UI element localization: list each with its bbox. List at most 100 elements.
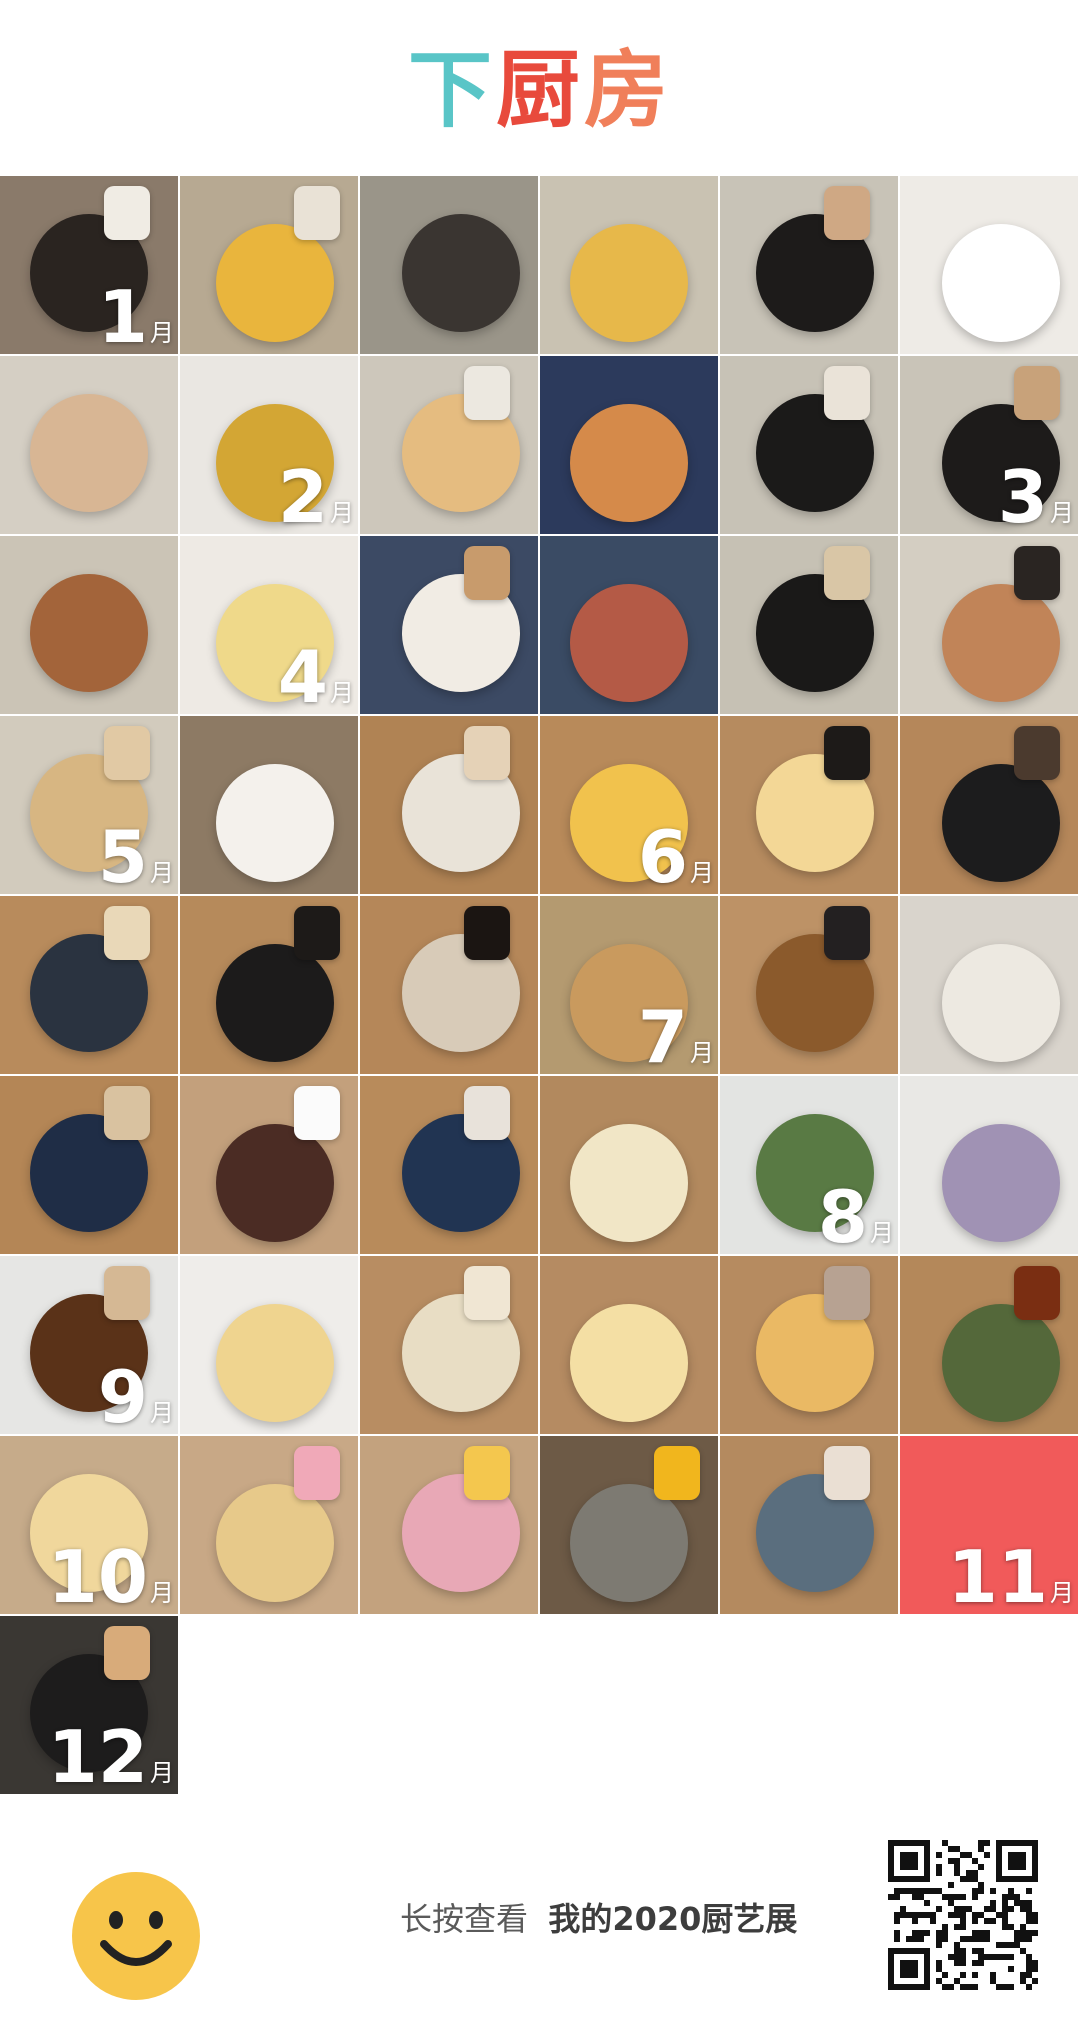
long-press-label: 长按查看 <box>400 1900 529 1938</box>
photo-tile[interactable]: 5月 <box>0 716 178 894</box>
photo-tile[interactable] <box>360 356 538 534</box>
photo-tile[interactable] <box>360 716 538 894</box>
photo-tile[interactable] <box>180 1076 358 1254</box>
drink-cup <box>104 1626 150 1680</box>
month-number: 12 <box>47 1715 148 1794</box>
food-plate <box>402 214 520 332</box>
photo-tile[interactable] <box>540 1436 718 1614</box>
photo-tile[interactable] <box>180 716 358 894</box>
food-plate <box>216 224 334 342</box>
photo-tile[interactable] <box>360 896 538 1074</box>
photo-tile[interactable] <box>180 1436 358 1614</box>
drink-cup <box>104 726 150 780</box>
photo-tile[interactable] <box>900 896 1078 1074</box>
photo-tile[interactable]: 12 月 <box>0 1616 178 1794</box>
photo-tile[interactable] <box>360 176 538 354</box>
month-label: 1月 <box>97 275 174 354</box>
food-plate <box>942 584 1060 702</box>
photo-tile[interactable]: 1月 <box>0 176 178 354</box>
food-plate <box>570 404 688 522</box>
photo-tile[interactable] <box>360 1076 538 1254</box>
photo-tile[interactable] <box>180 896 358 1074</box>
photo-tile[interactable] <box>540 536 718 714</box>
photo-tile[interactable] <box>0 536 178 714</box>
month-number: 10 <box>47 1535 148 1614</box>
photo-tile[interactable] <box>900 1256 1078 1434</box>
drink-cup <box>294 1446 340 1500</box>
photo-tile[interactable] <box>0 1076 178 1254</box>
photo-tile[interactable] <box>180 1256 358 1434</box>
photo-tile[interactable] <box>900 536 1078 714</box>
drink-cup <box>1014 726 1060 780</box>
month-number: 3 <box>997 455 1048 534</box>
month-number: 4 <box>277 635 328 714</box>
food-plate <box>942 764 1060 882</box>
month-suffix: 月 <box>870 1219 894 1247</box>
drink-cup <box>1014 366 1060 420</box>
app-logo: 下厨房 <box>0 48 1080 132</box>
month-suffix: 月 <box>690 1039 714 1067</box>
food-plate <box>942 224 1060 342</box>
photo-tile[interactable] <box>540 1076 718 1254</box>
photo-tile[interactable] <box>720 1436 898 1614</box>
month-suffix: 月 <box>150 319 174 347</box>
drink-cup <box>464 1086 510 1140</box>
food-plate <box>216 1484 334 1602</box>
drink-cup <box>104 906 150 960</box>
photo-tile[interactable] <box>900 176 1078 354</box>
photo-tile[interactable] <box>0 896 178 1074</box>
month-label: 10 月 <box>47 1535 174 1614</box>
food-plate <box>570 224 688 342</box>
photo-tile[interactable] <box>900 716 1078 894</box>
photo-grid: 1 月 2 月 3 月 4 月 5 月 6 月 7 月 8 月 9 月 10 月 11 月 12 月 <box>0 176 1080 1794</box>
photo-tile[interactable] <box>720 176 898 354</box>
photo-tile[interactable] <box>720 896 898 1074</box>
photo-tile[interactable] <box>360 536 538 714</box>
photo-tile[interactable]: 4月 <box>180 536 358 714</box>
photo-tile[interactable] <box>360 1256 538 1434</box>
exhibition-title: 我的2020厨艺展 <box>548 1900 798 1938</box>
month-suffix: 月 <box>690 859 714 887</box>
photo-tile[interactable]: 10 月 <box>0 1436 178 1614</box>
photo-tile[interactable] <box>720 356 898 534</box>
food-plate <box>216 1124 334 1242</box>
drink-cup <box>464 726 510 780</box>
photo-tile[interactable]: 6月 <box>540 716 718 894</box>
month-label: 12 月 <box>47 1715 174 1794</box>
food-plate <box>942 944 1060 1062</box>
drink-cup <box>824 726 870 780</box>
month-label: 11 月 <box>948 1541 1074 1613</box>
drink-cup <box>294 1086 340 1140</box>
photo-tile[interactable] <box>540 176 718 354</box>
photo-tile[interactable] <box>720 716 898 894</box>
drink-cup <box>824 186 870 240</box>
photo-tile[interactable]: 7月 <box>540 896 718 1074</box>
qr-code[interactable] <box>888 1840 1038 1990</box>
photo-tile[interactable] <box>720 536 898 714</box>
drink-cup <box>104 1266 150 1320</box>
photo-tile[interactable] <box>900 1076 1078 1254</box>
photo-tile[interactable]: 3月 <box>900 356 1078 534</box>
photo-tile[interactable]: 8月 <box>720 1076 898 1254</box>
photo-tile[interactable] <box>720 1256 898 1434</box>
photo-tile[interactable]: 9月 <box>0 1256 178 1434</box>
long-press-hint: 长按查看 我的2020厨艺展 <box>400 1894 797 1940</box>
drink-cup <box>824 546 870 600</box>
food-plate <box>216 1304 334 1422</box>
photo-tile[interactable] <box>180 176 358 354</box>
month-label: 8月 <box>818 1181 894 1253</box>
logo-char-xia: 下 <box>407 41 496 139</box>
smiley-face-icon <box>72 1872 200 2000</box>
photo-tile[interactable]: 2月 <box>180 356 358 534</box>
photo-tile[interactable] <box>360 1436 538 1614</box>
photo-tile[interactable]: 11 月 <box>900 1436 1078 1614</box>
month-suffix: 月 <box>330 499 354 527</box>
photo-tile[interactable] <box>540 1256 718 1434</box>
month-number: 1 <box>97 275 148 354</box>
drink-cup <box>464 546 510 600</box>
photo-tile[interactable] <box>540 356 718 534</box>
month-number: 5 <box>97 815 148 894</box>
month-number: 9 <box>97 1355 148 1434</box>
month-suffix: 月 <box>150 1579 174 1607</box>
photo-tile[interactable] <box>0 356 178 534</box>
